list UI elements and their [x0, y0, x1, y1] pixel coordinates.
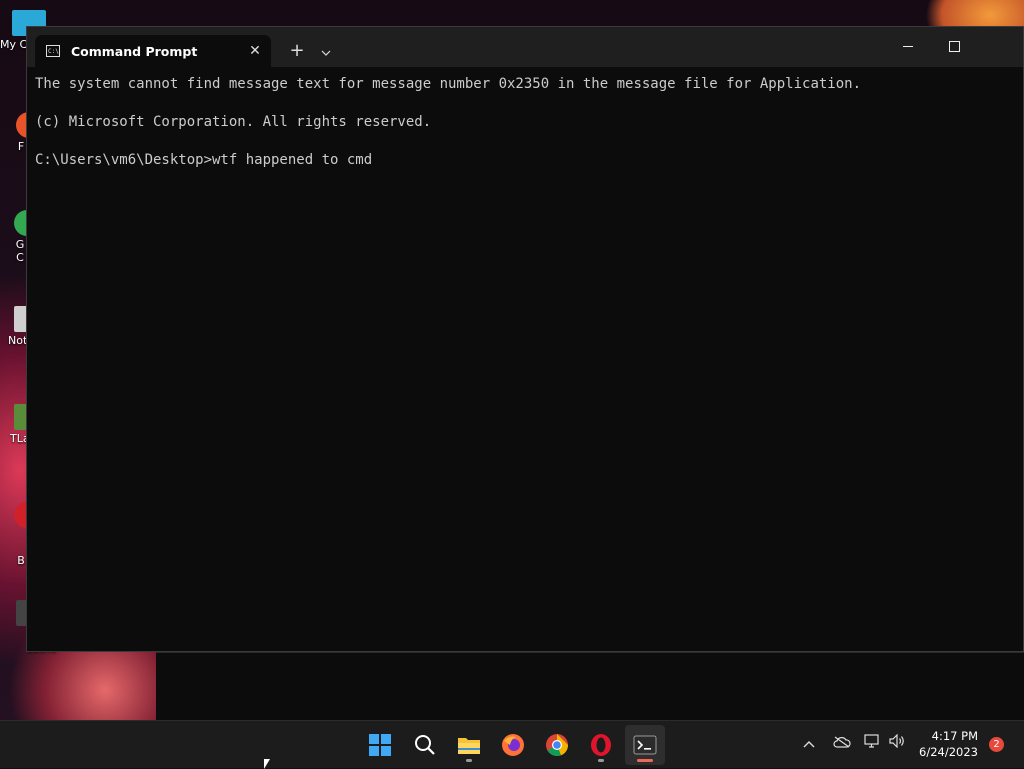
desktop-icon-label: F [17, 140, 25, 153]
desktop-icon-label: Not [8, 334, 26, 347]
desktop-icon-firefox[interactable]: F [0, 112, 42, 153]
maximize-icon [948, 41, 960, 52]
minimize-icon [903, 46, 913, 47]
desktop-icon-label: My C [0, 38, 26, 51]
chrome-icon [546, 734, 569, 757]
tab-title: Command Prompt [71, 43, 198, 59]
running-indicator [466, 759, 472, 762]
file-explorer-button[interactable] [449, 725, 489, 765]
new-tab-button[interactable]: + [285, 37, 309, 65]
desktop-icon-tlauncher[interactable]: TLa [0, 404, 40, 445]
desktop-icon-sethc[interactable]: sethc [0, 600, 57, 655]
background-window-strip [156, 652, 1024, 721]
title-bar[interactable]: C:\ Command Prompt ✕ + [27, 27, 1023, 67]
maximize-button[interactable] [931, 27, 977, 67]
tab-dropdown-button[interactable] [315, 37, 337, 65]
opera-button[interactable] [581, 725, 621, 765]
show-hidden-icons-button[interactable] [798, 721, 820, 769]
console-prompt-line: C:\Users\vm6\Desktop>wtf happened to cmd [35, 152, 373, 168]
console-line: (c) Microsoft Corporation. All rights re… [35, 114, 432, 130]
start-button[interactable] [360, 725, 400, 765]
taskbar: 4:17 PM 6/24/2023 2 [0, 720, 1024, 768]
desktop-icon-opera[interactable]: B [0, 502, 40, 567]
network-tray-button[interactable] [862, 721, 884, 769]
onedrive-tray-button[interactable] [830, 721, 854, 769]
folder-icon [458, 738, 480, 754]
terminal-button[interactable] [625, 725, 665, 765]
desktop-icon-label: B [17, 554, 25, 567]
clock-date: 6/24/2023 [919, 745, 978, 759]
desktop-icon-label: TLa [10, 432, 26, 445]
running-indicator [598, 759, 604, 762]
firefox-button[interactable] [493, 725, 533, 765]
console-output[interactable]: The system cannot find message text for … [35, 75, 1015, 643]
cloud-offline-icon [833, 736, 851, 748]
minimize-button[interactable] [885, 27, 931, 67]
tab-command-prompt[interactable]: C:\ Command Prompt ✕ [35, 35, 271, 67]
console-line: The system cannot find message text for … [35, 76, 862, 92]
desktop-icon-notepad[interactable]: Not [0, 306, 40, 347]
windows-logo-icon [369, 734, 391, 756]
desktop-icon-label: G C [15, 238, 25, 264]
chrome-button[interactable] [537, 725, 577, 765]
search-button[interactable] [405, 725, 445, 765]
clock-time: 4:17 PM [931, 729, 978, 743]
cmd-icon: C:\ [46, 45, 60, 57]
active-indicator [637, 759, 653, 762]
desktop-icon-my-computer[interactable]: My C [0, 10, 46, 51]
network-icon [864, 734, 879, 748]
speaker-icon [889, 733, 904, 749]
chevron-up-icon [803, 741, 815, 748]
chevron-down-icon [321, 50, 331, 56]
terminal-icon [633, 735, 657, 755]
opera-icon [591, 734, 611, 756]
search-icon [415, 735, 435, 755]
firefox-icon [502, 734, 524, 756]
clock[interactable]: 4:17 PM 6/24/2023 [919, 728, 978, 760]
close-tab-icon[interactable]: ✕ [243, 43, 267, 59]
notification-badge[interactable]: 2 [989, 737, 1004, 752]
volume-tray-button[interactable] [886, 721, 908, 769]
desktop-icon-google-chrome[interactable]: G C [0, 210, 40, 264]
command-prompt-window[interactable]: C:\ Command Prompt ✕ + The system cannot… [26, 26, 1024, 652]
